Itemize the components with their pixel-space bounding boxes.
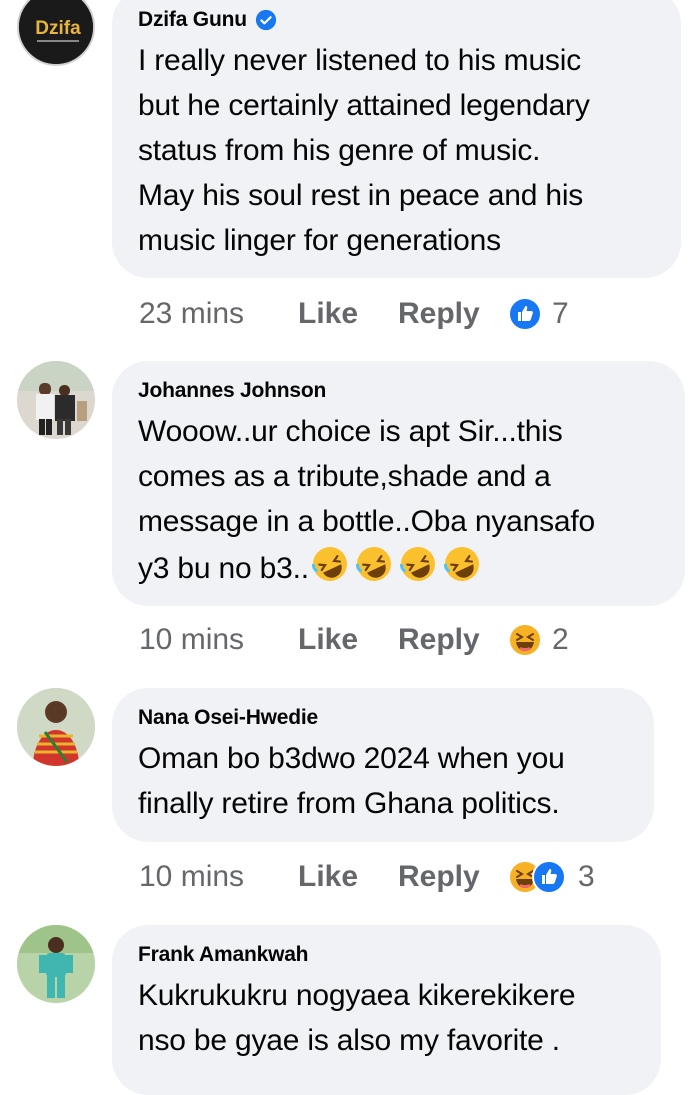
avatar[interactable]: Dzifa [17, 0, 95, 66]
reply-button[interactable]: Reply [398, 623, 508, 657]
reactions-summary[interactable] [508, 297, 542, 331]
comment-actions: 23 mins Like Reply 7 [139, 294, 569, 334]
verified-badge-icon [255, 9, 276, 31]
reply-button[interactable]: Reply [398, 860, 508, 894]
like-button[interactable]: Like [298, 860, 398, 894]
person-photo-icon [17, 361, 95, 439]
avatar[interactable] [17, 925, 95, 1003]
author-name[interactable]: Frank Amankwah [138, 943, 309, 967]
person-photo-icon [17, 688, 95, 766]
reaction-count[interactable]: 2 [552, 623, 569, 657]
avatar-logo-text: Dzifa [35, 18, 81, 39]
comment-author[interactable]: Nana Osei-Hwedie [138, 704, 628, 732]
dzifa-logo-icon: Dzifa [19, 0, 93, 64]
haha-reaction-icon [508, 623, 542, 657]
like-button[interactable]: Like [298, 623, 398, 657]
reply-button[interactable]: Reply [398, 297, 508, 331]
comment-author[interactable]: Frank Amankwah [138, 941, 635, 969]
comment-actions: 10 mins Like Reply 3 [139, 857, 595, 897]
author-name[interactable]: Dzifa Gunu [138, 8, 247, 32]
reactions-summary[interactable] [508, 623, 542, 657]
comment-actions: 10 mins Like Reply 2 [139, 620, 569, 660]
comment-bubble: Johannes Johnson Wooow..ur choice is apt… [112, 361, 685, 606]
comment-timestamp[interactable]: 10 mins [139, 860, 298, 894]
comment-author[interactable]: Johannes Johnson [138, 377, 659, 405]
rofl-emoji-icon [355, 547, 391, 581]
comment-bubble: Frank Amankwah Kukrukukru nogyaea kikere… [112, 925, 661, 1095]
comment-bubble: Dzifa Gunu I really never listened to hi… [112, 0, 681, 278]
like-button[interactable]: Like [298, 297, 398, 331]
comment-text: Oman bo b3dwo 2024 when you finally reti… [138, 742, 565, 820]
author-name[interactable]: Johannes Johnson [138, 379, 326, 403]
comment-timestamp[interactable]: 10 mins [139, 623, 298, 657]
like-reaction-icon [508, 297, 542, 331]
comment-timestamp[interactable]: 23 mins [139, 297, 298, 331]
person-photo-icon [17, 925, 95, 1003]
comment-bubble: Nana Osei-Hwedie Oman bo b3dwo 2024 when… [112, 688, 654, 842]
comment-text: I really never listened to his music but… [138, 44, 590, 257]
reaction-count[interactable]: 3 [578, 860, 595, 894]
rofl-emoji-icon [399, 547, 435, 581]
rofl-emoji-icon [443, 547, 479, 581]
author-name[interactable]: Nana Osei-Hwedie [138, 706, 318, 730]
reaction-count[interactable]: 7 [552, 297, 569, 331]
avatar[interactable] [17, 361, 95, 439]
comment-text: Kukrukukru nogyaea kikerekikere nso be g… [138, 979, 576, 1057]
comment-text: Wooow..ur choice is apt Sir...this comes… [138, 409, 659, 591]
rofl-emoji-icon [311, 547, 347, 581]
comment-author[interactable]: Dzifa Gunu [138, 6, 655, 34]
emoji-row [309, 544, 483, 584]
avatar[interactable] [17, 688, 95, 766]
like-reaction-icon [532, 860, 566, 894]
